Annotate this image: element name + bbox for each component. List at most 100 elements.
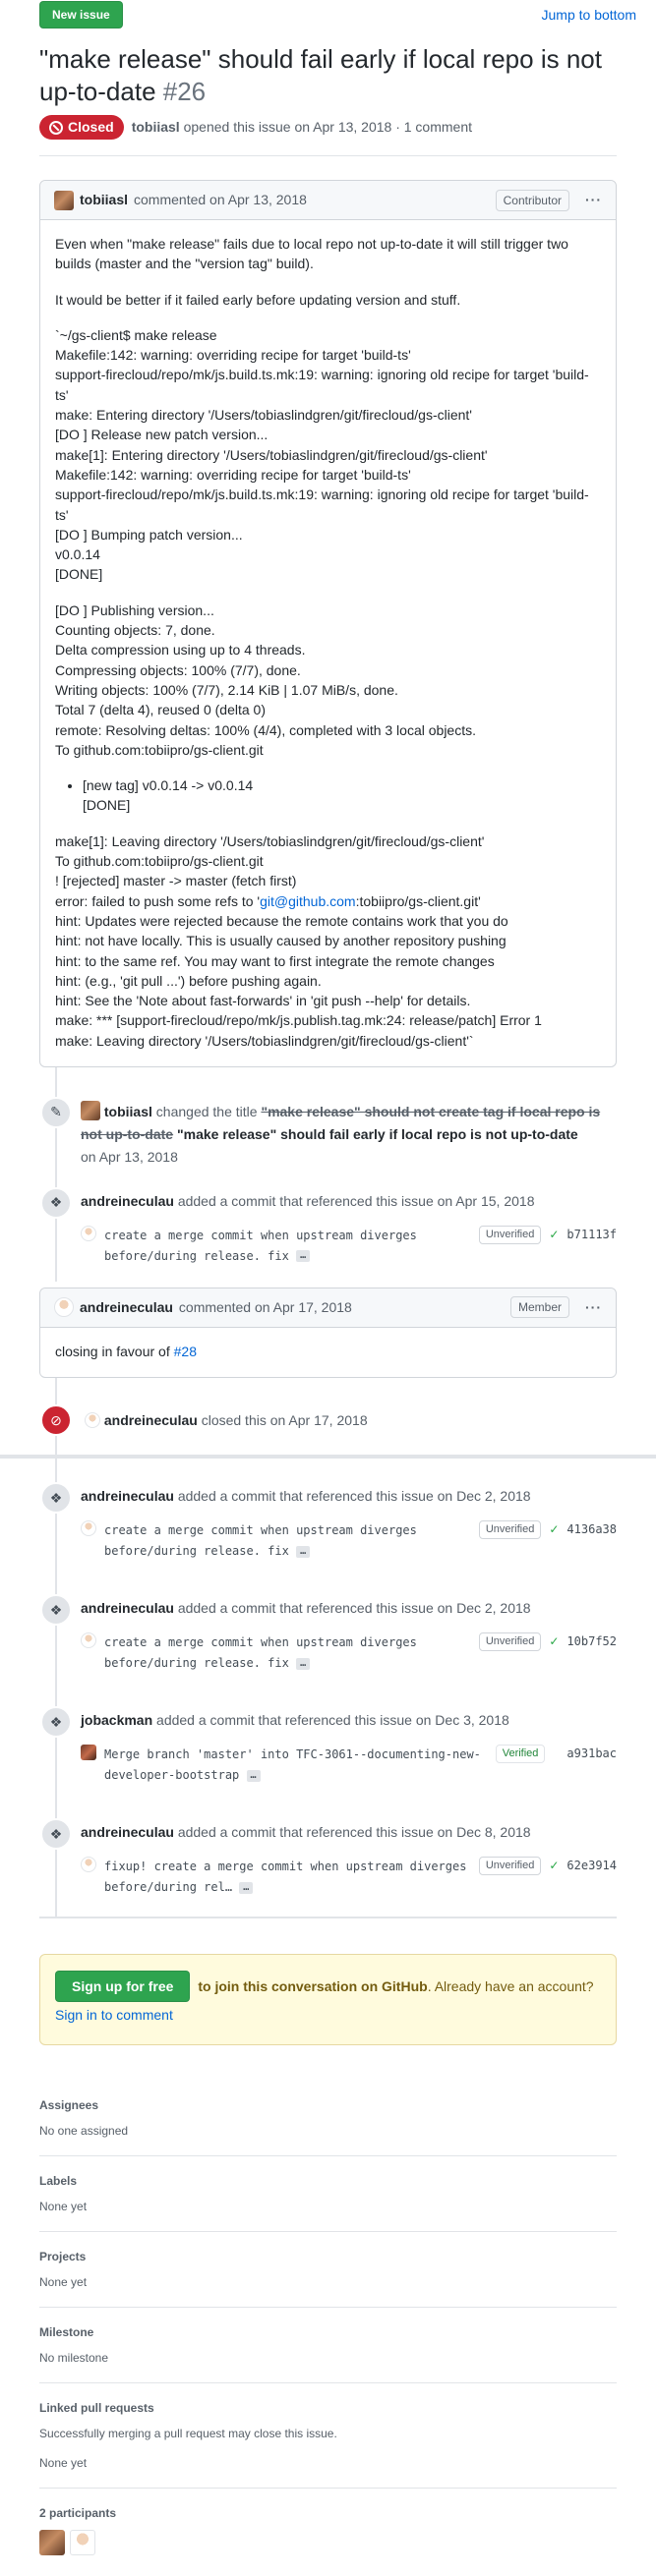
event-author-link[interactable]: andreineculau xyxy=(81,1488,174,1504)
issue-reference-link[interactable]: #28 xyxy=(174,1344,197,1359)
avatar[interactable] xyxy=(81,1745,96,1761)
event-text: added a commit that referenced this issu… xyxy=(177,1488,531,1505)
comment-menu-icon[interactable]: ··· xyxy=(585,1297,602,1318)
event-author-link[interactable]: andreineculau xyxy=(81,1193,174,1209)
log-line: hint: See the 'Note about fast-forwards'… xyxy=(55,993,471,1009)
comment-author-link[interactable]: tobiiasl xyxy=(80,190,128,210)
commit-message[interactable]: create a merge commit when upstream dive… xyxy=(104,1520,471,1562)
log-block: `~/gs-client$ make release Makefile:142:… xyxy=(55,325,601,585)
avatar[interactable] xyxy=(85,1412,100,1429)
sidebar-heading: Milestone xyxy=(39,2324,94,2339)
verification-badge[interactable]: Unverified xyxy=(478,1632,542,1652)
commit-message[interactable]: fixup! create a merge commit when upstre… xyxy=(104,1857,471,1898)
event-author-link[interactable]: andreineculau xyxy=(104,1412,198,1428)
signup-prompt: Sign up for free to join this conversati… xyxy=(39,1954,617,2045)
new-issue-button[interactable]: New issue xyxy=(39,1,123,29)
bookmark-icon: ❖ xyxy=(40,1482,72,1515)
check-icon[interactable]: ✓ xyxy=(549,1226,559,1243)
sign-in-link[interactable]: Sign in to comment xyxy=(55,2007,173,2023)
log-line: Makefile:142: warning: overriding recipe… xyxy=(55,347,411,364)
log-line: Counting objects: 7, done. xyxy=(55,622,215,639)
commit-sha-link[interactable]: 4136a38 xyxy=(567,1520,617,1538)
avatar[interactable] xyxy=(81,1857,96,1873)
sidebar-heading: Assignees xyxy=(39,2097,99,2112)
check-icon[interactable]: ✓ xyxy=(549,1857,559,1874)
avatar[interactable] xyxy=(81,1225,96,1241)
event-author-link[interactable]: tobiiasl xyxy=(104,1104,152,1119)
expand-ellipsis-button[interactable]: … xyxy=(296,1657,311,1670)
verification-badge[interactable]: Unverified xyxy=(478,1857,542,1876)
commit-sha-link[interactable]: 10b7f52 xyxy=(567,1632,617,1650)
error-prefix: error: failed to push some refs to ' xyxy=(55,892,261,909)
commit-sha-link[interactable]: b71113f xyxy=(567,1226,617,1243)
avatar[interactable] xyxy=(81,1100,100,1120)
log-line: [new tag] v0.0.14 -> v0.0.14 xyxy=(83,777,254,794)
expand-ellipsis-button[interactable]: … xyxy=(296,1250,311,1263)
sidebar-heading: Projects xyxy=(39,2249,87,2263)
log-line-error: error: failed to push some refs to 'git@… xyxy=(55,891,601,911)
participant-avatar[interactable] xyxy=(70,2529,96,2555)
avatar[interactable] xyxy=(54,190,74,210)
sidebar-participants: 2 participants xyxy=(39,2489,617,2576)
comment-timestamp[interactable]: commented on Apr 17, 2018 xyxy=(179,1297,352,1318)
sidebar-heading: 2 participants xyxy=(39,2505,117,2520)
verification-badge[interactable]: Unverified xyxy=(478,1520,542,1540)
sidebar-description: Successfully merging a pull request may … xyxy=(39,2426,337,2440)
expand-ellipsis-button[interactable]: … xyxy=(296,1545,311,1558)
list-item: [new tag] v0.0.14 -> v0.0.14 [DONE] xyxy=(83,775,601,816)
expand-ellipsis-button[interactable]: … xyxy=(246,1769,261,1782)
comment-paragraph: It would be better if it failed early be… xyxy=(55,291,461,308)
comment-second: andreineculau commented on Apr 17, 2018 … xyxy=(39,1287,617,1379)
commit-message[interactable]: Merge branch 'master' into TFC-3061--doc… xyxy=(104,1745,488,1786)
commit-message[interactable]: create a merge commit when upstream dive… xyxy=(104,1632,471,1674)
commit-sha-link[interactable]: a931bac xyxy=(567,1745,617,1762)
event-author-link[interactable]: andreineculau xyxy=(81,1824,174,1840)
email-link[interactable]: git@github.com xyxy=(260,893,355,909)
event-author-link[interactable]: jobackman xyxy=(81,1712,152,1728)
commit-event: ❖ andreineculau added a commit that refe… xyxy=(39,1818,617,1903)
comment-menu-icon[interactable]: ··· xyxy=(585,190,602,210)
commit-sha-link[interactable]: 62e3914 xyxy=(567,1857,617,1874)
commit-row: Merge branch 'master' into TFC-3061--doc… xyxy=(81,1745,617,1786)
log-line: ! [rejected] master -> master (fetch fir… xyxy=(55,873,297,889)
avatar[interactable] xyxy=(81,1520,96,1537)
jump-to-bottom-link[interactable]: Jump to bottom xyxy=(542,5,637,26)
expand-ellipsis-button[interactable]: … xyxy=(239,1881,254,1894)
avatar[interactable] xyxy=(54,1297,74,1318)
issue-author-link[interactable]: tobiiasl xyxy=(132,119,180,135)
event-text: added a commit that referenced this issu… xyxy=(177,1192,535,1209)
signup-text-bold: to join this conversation on GitHub xyxy=(198,1978,428,1995)
sidebar-value: None yet xyxy=(39,2274,88,2289)
sidebar-heading: Linked pull requests xyxy=(39,2400,154,2415)
timeline: ❖ andreineculau added a commit that refe… xyxy=(39,1459,617,1918)
log-line: make: Leaving directory '/Users/tobiasli… xyxy=(55,1032,474,1049)
log-list: [new tag] v0.0.14 -> v0.0.14 [DONE] xyxy=(55,775,601,816)
log-line: v0.0.14 xyxy=(55,546,100,563)
event-text: added a commit that referenced this issu… xyxy=(156,1712,509,1729)
participant-avatar[interactable] xyxy=(39,2529,65,2555)
event-date[interactable]: on Apr 13, 2018 xyxy=(81,1146,617,1169)
log-line: make[1]: Leaving directory '/Users/tobia… xyxy=(55,832,485,849)
contributor-badge: Contributor xyxy=(495,189,569,211)
event-action: changed the title xyxy=(155,1103,258,1119)
event-author-link[interactable]: andreineculau xyxy=(81,1600,174,1616)
verification-badge[interactable]: Verified xyxy=(495,1745,546,1764)
event-text: closed this on Apr 17, 2018 xyxy=(201,1412,368,1429)
check-icon[interactable]: ✓ xyxy=(549,1520,559,1538)
comment-author-link[interactable]: andreineculau xyxy=(80,1297,173,1318)
opened-text: opened this issue on Apr 13, 2018 · 1 co… xyxy=(183,119,472,135)
sidebar-projects: Projects None yet xyxy=(39,2232,617,2308)
sidebar-linked-prs: Linked pull requests Successfully mergin… xyxy=(39,2383,617,2489)
sign-up-button[interactable]: Sign up for free xyxy=(55,1971,191,2003)
log-line: Total 7 (delta 4), reused 0 (delta 0) xyxy=(55,702,267,718)
check-icon[interactable]: ✓ xyxy=(549,1632,559,1650)
commit-row: create a merge commit when upstream dive… xyxy=(81,1632,617,1674)
avatar[interactable] xyxy=(81,1632,96,1649)
comment-timestamp[interactable]: commented on Apr 13, 2018 xyxy=(134,190,307,210)
commit-message[interactable]: create a merge commit when upstream dive… xyxy=(104,1226,471,1267)
rename-event: ✎ tobiiasl changed the title "make relea… xyxy=(39,1096,617,1170)
verification-badge[interactable]: Unverified xyxy=(478,1225,542,1244)
log-line: [DO ] Publishing version... xyxy=(55,601,214,618)
issue-number: #26 xyxy=(162,76,207,106)
closed-circle-icon: ⊘ xyxy=(40,1404,72,1437)
